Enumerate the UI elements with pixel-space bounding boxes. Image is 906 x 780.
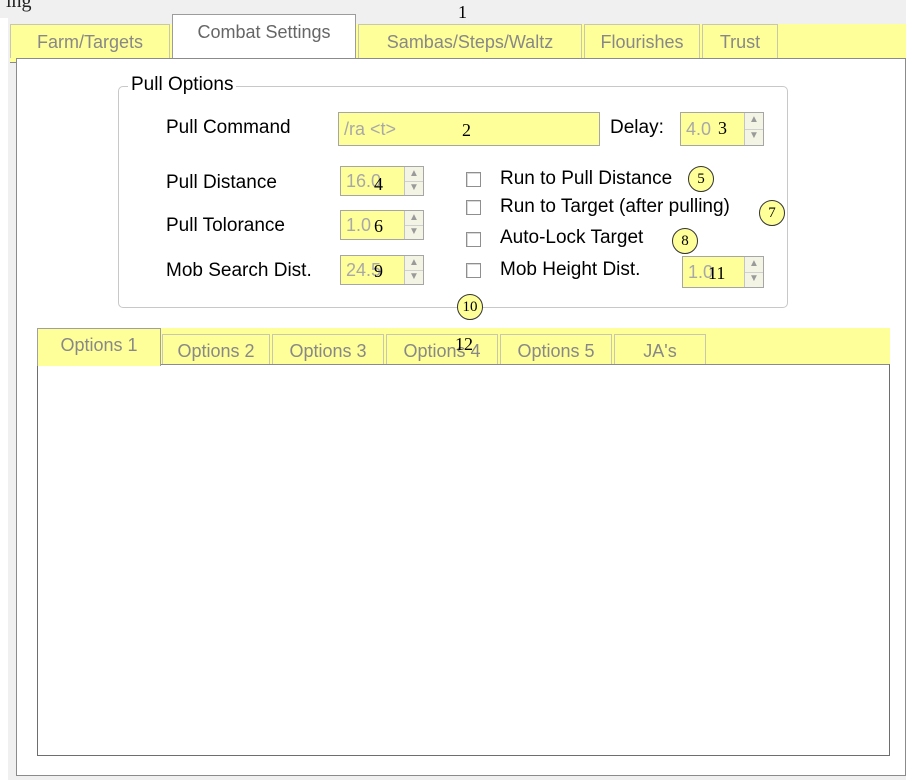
delay-spinner[interactable]: ▲ ▼: [744, 113, 763, 145]
annotation-7: 7: [759, 200, 785, 226]
pull-distance-spinner[interactable]: ▲ ▼: [404, 167, 423, 195]
annotation-8: 8: [672, 228, 698, 254]
annotation-6: 6: [374, 216, 383, 236]
tab-jas[interactable]: JA's: [614, 334, 706, 366]
spin-up-icon[interactable]: ▲: [405, 256, 423, 271]
annotation-11: 11: [708, 263, 726, 283]
annotation-2: 2: [462, 120, 471, 140]
delay-value: 4.0: [686, 119, 712, 139]
annotation-5: 5: [688, 166, 714, 192]
pull-command-label: Pull Command: [166, 117, 291, 138]
pull-tolerance-value: 1.0: [346, 215, 372, 235]
mob-search-spinner[interactable]: ▲ ▼: [404, 256, 423, 284]
annotation-1: 1: [458, 2, 467, 22]
mob-height-dist-label: Mob Height Dist.: [500, 259, 641, 280]
tab-flourishes[interactable]: Flourishes: [584, 24, 700, 58]
mob-height-dist-checkbox[interactable]: [466, 263, 481, 278]
options-1-page: [37, 364, 890, 756]
tab-options-5[interactable]: Options 5: [500, 334, 612, 366]
pull-distance-label: Pull Distance: [166, 172, 277, 193]
spin-down-icon[interactable]: ▼: [745, 129, 763, 145]
annotation-9: 9: [374, 261, 383, 281]
pull-tolerance-label: Pull Tolorance: [166, 215, 286, 236]
annotation-12: 12: [455, 334, 473, 354]
annotation-4: 4: [374, 174, 383, 194]
run-to-target-checkbox[interactable]: [466, 200, 481, 215]
tab-farm-targets[interactable]: Farm/Targets: [10, 24, 170, 58]
spin-up-icon[interactable]: ▲: [405, 211, 423, 226]
tab-trust[interactable]: Trust: [702, 24, 778, 58]
spin-up-icon[interactable]: ▲: [745, 113, 763, 130]
tab-combat-settings[interactable]: Combat Settings: [172, 14, 356, 58]
tab-options-3[interactable]: Options 3: [272, 334, 384, 366]
mob-height-spinner[interactable]: ▲ ▼: [744, 257, 763, 287]
caption-fragment: ing: [6, 0, 32, 12]
spin-down-icon[interactable]: ▼: [745, 272, 763, 287]
spin-down-icon[interactable]: ▼: [405, 181, 423, 195]
tab-options-2[interactable]: Options 2: [162, 334, 270, 366]
spin-down-icon[interactable]: ▼: [405, 270, 423, 284]
auto-lock-target-label: Auto-Lock Target: [500, 227, 644, 248]
delay-label: Delay:: [610, 117, 664, 138]
tab-options-1[interactable]: Options 1: [37, 328, 161, 366]
mob-search-label: Mob Search Dist.: [166, 260, 312, 281]
annotation-10: 10: [457, 294, 483, 320]
spin-up-icon[interactable]: ▲: [745, 257, 763, 273]
run-to-pull-distance-label: Run to Pull Distance: [500, 168, 673, 189]
spin-up-icon[interactable]: ▲: [405, 167, 423, 182]
pull-options-title: Pull Options: [128, 74, 237, 96]
run-to-target-label: Run to Target (after pulling): [500, 196, 730, 217]
spin-down-icon[interactable]: ▼: [405, 225, 423, 239]
run-to-pull-distance-checkbox[interactable]: [466, 172, 481, 187]
tab-sambas-steps-waltz[interactable]: Sambas/Steps/Waltz: [358, 24, 582, 58]
pull-tolerance-spinner[interactable]: ▲ ▼: [404, 211, 423, 239]
auto-lock-target-checkbox[interactable]: [466, 232, 481, 247]
tab-options-4[interactable]: Options 4: [386, 334, 498, 366]
annotation-3: 3: [718, 118, 727, 138]
top-strip: [0, 0, 906, 18]
